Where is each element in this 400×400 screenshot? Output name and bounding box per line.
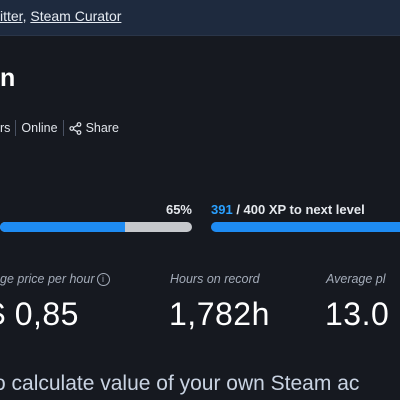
share-button[interactable]: Share xyxy=(68,121,119,135)
completion-progress-fill xyxy=(0,222,125,232)
page-title: n xyxy=(0,64,16,92)
hours-on-record-value: 1,782h xyxy=(169,296,270,332)
info-icon[interactable]: i xyxy=(96,273,110,286)
xp-remaining-text: / 400 XP to next level xyxy=(232,202,365,217)
xp-progress-fill xyxy=(211,222,400,232)
top-bar: itter, Steam Curator xyxy=(0,0,400,36)
price-per-hour-value: $ 0,85 xyxy=(0,296,79,332)
hours-on-record-label: Hours on record xyxy=(170,272,260,286)
completion-progress-bar xyxy=(0,222,192,232)
meta-divider xyxy=(15,120,17,136)
steam-curator-link[interactable]: Steam Curator xyxy=(30,8,121,24)
meta-row: rs Online Share xyxy=(0,118,119,138)
share-label: Share xyxy=(85,121,119,135)
top-links: itter, Steam Curator xyxy=(0,8,121,24)
xp-progress-bar xyxy=(211,222,400,232)
average-playtime-value: 13.0 xyxy=(325,296,390,332)
meta-divider xyxy=(62,120,64,136)
xp-progress-label: 391 / 400 XP to next level xyxy=(211,202,365,217)
average-playtime-label: Average pl xyxy=(326,272,386,286)
calculate-value-prompt[interactable]: o calculate value of your own Steam ac xyxy=(0,372,359,396)
twitter-link[interactable]: itter xyxy=(0,8,23,24)
players-count: rs xyxy=(0,121,11,135)
price-per-hour-label: ge price per hour i xyxy=(0,272,110,286)
online-status: Online xyxy=(21,121,58,135)
xp-current: 391 xyxy=(211,202,233,217)
share-icon xyxy=(68,121,82,135)
price-per-hour-label-text: ge price per hour xyxy=(0,272,95,286)
completion-percent: 65% xyxy=(165,202,192,217)
